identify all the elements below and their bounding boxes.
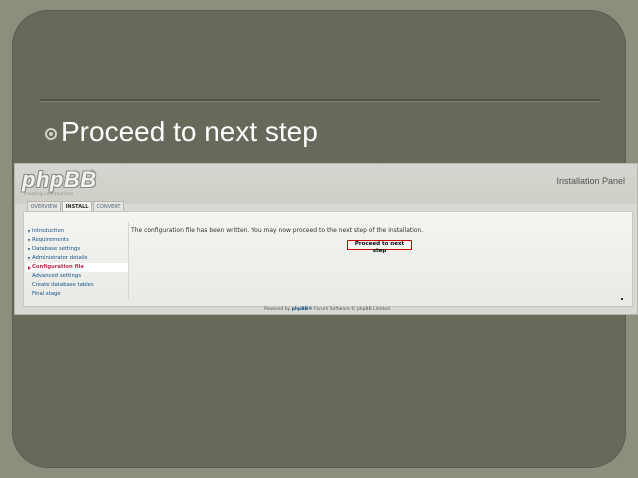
footer-prefix: Powered by (264, 307, 292, 312)
panel-title: Installation Panel (556, 176, 625, 186)
logo-tagline: creating communities (24, 191, 74, 196)
tab-overview[interactable]: OVERVIEW (27, 201, 61, 211)
menu-item-database-settings[interactable]: Database settings (26, 245, 128, 254)
install-content-panel: Introduction Requirements Database setti… (23, 211, 633, 307)
phpbb-header: phpBB ® creating communities Installatio… (15, 164, 637, 204)
menu-item-advanced-settings[interactable]: Advanced settings (26, 272, 128, 281)
footer: Powered by phpBB® Forum Software © phpBB… (15, 307, 637, 312)
bullet-dot (49, 132, 53, 136)
slide-heading: Proceed to next step (61, 116, 318, 147)
tab-install[interactable]: INSTALL (62, 201, 92, 211)
bullet-icon (45, 128, 57, 140)
footer-brand-link[interactable]: phpBB® (292, 307, 313, 312)
logo-registered-mark: ® (90, 169, 95, 175)
corner-marker (621, 298, 623, 300)
status-message: The configuration file has been written.… (131, 227, 424, 234)
title-divider (40, 99, 600, 102)
menu-item-administrator-details[interactable]: Administrator details (26, 254, 128, 263)
menu-item-introduction[interactable]: Introduction (26, 227, 128, 236)
menu-item-requirements[interactable]: Requirements (26, 236, 128, 245)
menu-item-configuration-file[interactable]: Configuration file (26, 263, 128, 272)
tab-convert[interactable]: CONVERT (93, 201, 124, 211)
menu-item-final-stage[interactable]: Final stage (26, 290, 128, 299)
menu-item-create-database-tables[interactable]: Create database tables (26, 281, 128, 290)
phpbb-install-screenshot: phpBB ® creating communities Installatio… (14, 163, 638, 315)
menu-divider (128, 222, 129, 300)
proceed-next-step-button[interactable]: Proceed to next step (347, 240, 412, 254)
phpbb-logo[interactable]: phpBB (22, 167, 97, 193)
footer-suffix: Forum Software © phpBB Limited (312, 307, 390, 312)
